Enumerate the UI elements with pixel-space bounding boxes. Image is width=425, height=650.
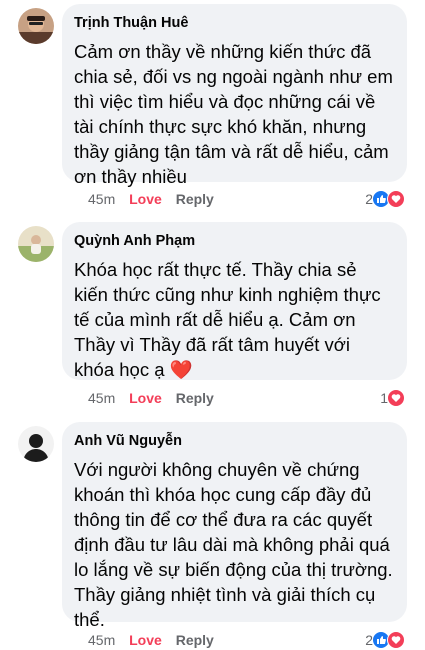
love-button[interactable]: Love: [129, 190, 162, 208]
comment-text-content: Khóa học rất thực tế. Thầy chia sẻ kiến …: [74, 259, 381, 380]
love-icon: [387, 190, 405, 208]
comment-text: Khóa học rất thực tế. Thầy chia sẻ kiến …: [74, 257, 395, 382]
comment-actions: 45m Love Reply: [88, 389, 214, 407]
comment-text: Với người không chuyên về chứng khoán th…: [74, 459, 393, 630]
love-button[interactable]: Love: [129, 389, 162, 407]
comment-bubble: Quỳnh Anh Phạm Khóa học rất thực tế. Thầ…: [62, 222, 407, 380]
comment-author[interactable]: Quỳnh Anh Phạm: [74, 232, 395, 251]
reaction-summary[interactable]: 1: [380, 388, 405, 408]
comment-actions: 45m Love Reply: [88, 631, 214, 649]
avatar[interactable]: [18, 8, 54, 44]
heart-emoji: ❤️: [169, 359, 193, 380]
reaction-summary[interactable]: 2: [365, 189, 405, 209]
avatar[interactable]: [18, 226, 54, 262]
comment-time[interactable]: 45m: [88, 190, 115, 208]
avatar[interactable]: [18, 426, 54, 462]
comment-author[interactable]: Anh Vũ Nguyễn: [74, 432, 395, 451]
comment-bubble: Trịnh Thuận Huê Cảm ơn thầy về những kiế…: [62, 4, 407, 187]
love-button[interactable]: Love: [129, 631, 162, 649]
comment-text: Cảm ơn thầy về những kiến thức đã chia s…: [74, 41, 393, 187]
reaction-summary[interactable]: 2: [365, 630, 405, 650]
comment-author[interactable]: Trịnh Thuận Huê: [74, 14, 395, 33]
love-icon: [387, 631, 405, 649]
comment-time[interactable]: 45m: [88, 389, 115, 407]
love-icon: [387, 389, 405, 407]
reply-button[interactable]: Reply: [176, 190, 214, 208]
comment-actions: 45m Love Reply: [88, 190, 214, 208]
comment-bubble: Anh Vũ Nguyễn Với người không chuyên về …: [62, 422, 407, 630]
reply-button[interactable]: Reply: [176, 631, 214, 649]
comment-time[interactable]: 45m: [88, 631, 115, 649]
reply-button[interactable]: Reply: [176, 389, 214, 407]
